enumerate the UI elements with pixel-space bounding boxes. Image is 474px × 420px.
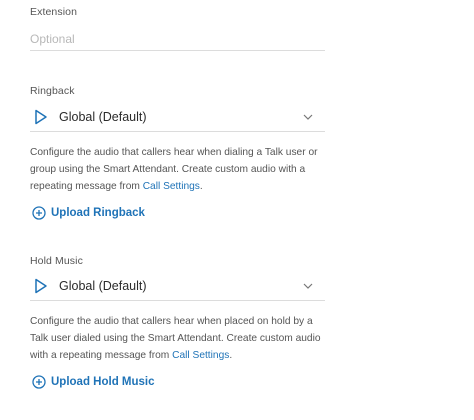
plus-circle-icon: [31, 374, 46, 389]
call-settings-link[interactable]: Call Settings: [143, 181, 200, 192]
plus-circle-icon: [31, 205, 46, 220]
upload-ringback-label: Upload Ringback: [51, 206, 145, 219]
ringback-select-value: Global (Default): [59, 110, 147, 124]
hold-music-select[interactable]: Global (Default): [30, 272, 325, 301]
hold-music-description: Configure the audio that callers hear wh…: [30, 313, 330, 364]
ringback-label: Ringback: [30, 85, 75, 97]
upload-ringback-button[interactable]: Upload Ringback: [31, 205, 145, 220]
call-settings-link[interactable]: Call Settings: [172, 350, 229, 361]
hold-music-label: Hold Music: [30, 255, 83, 267]
hold-music-select-value: Global (Default): [59, 279, 147, 293]
play-icon[interactable]: [32, 277, 50, 295]
play-icon[interactable]: [32, 108, 50, 126]
upload-hold-music-label: Upload Hold Music: [51, 375, 155, 388]
ringback-description: Configure the audio that callers hear wh…: [30, 144, 330, 195]
chevron-down-icon[interactable]: [301, 279, 315, 293]
ringback-select[interactable]: Global (Default): [30, 103, 325, 132]
extension-label: Extension: [30, 6, 78, 18]
hold-music-description-end: .: [229, 350, 233, 361]
chevron-down-icon[interactable]: [301, 110, 315, 124]
upload-hold-music-button[interactable]: Upload Hold Music: [31, 374, 155, 389]
ringback-description-end: .: [199, 181, 203, 192]
extension-input[interactable]: [30, 28, 325, 51]
